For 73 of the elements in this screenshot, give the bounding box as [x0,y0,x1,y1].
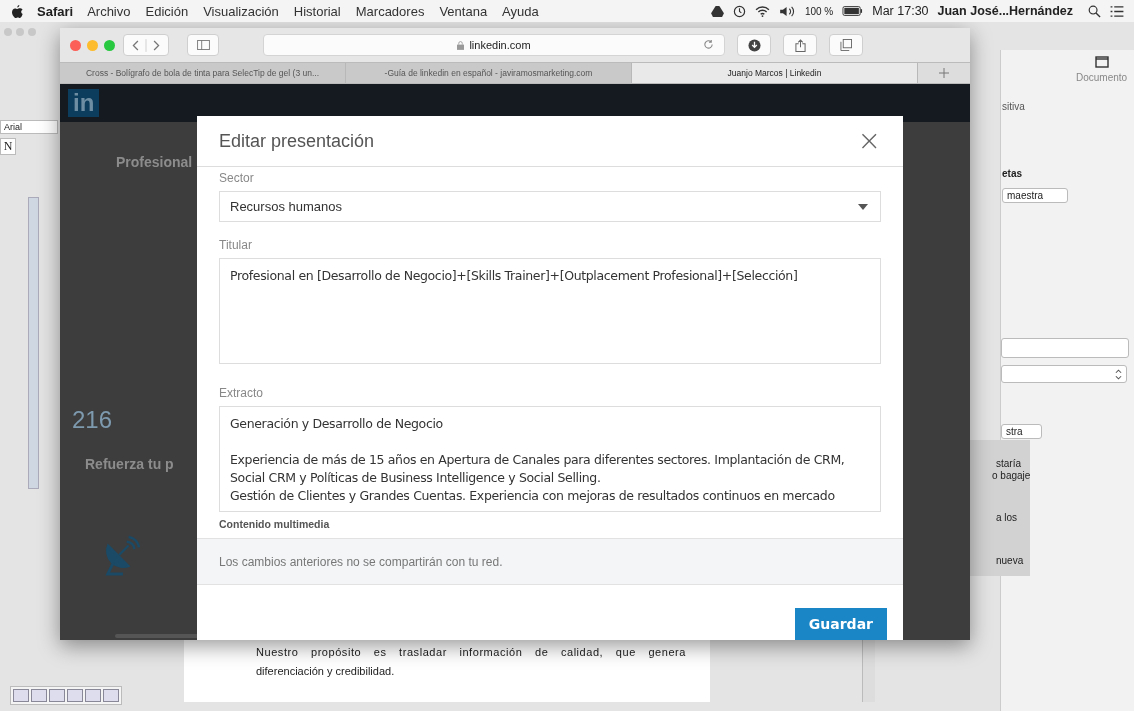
download-button[interactable] [737,34,771,56]
sidebar-button[interactable] [187,34,219,56]
window-controls-icon[interactable] [70,39,115,51]
battery-icon[interactable] [842,6,864,16]
save-button[interactable]: Guardar [794,608,887,640]
drive-icon[interactable] [710,5,724,17]
document-icon[interactable] [1095,56,1109,68]
reload-icon[interactable] [703,39,714,50]
view-icon[interactable] [13,689,29,702]
multimedia-link[interactable]: Contenido multimedia [219,518,881,530]
back-forward-button[interactable] [123,34,169,56]
font-field[interactable]: Arial [0,120,58,134]
menu-item[interactable]: Historial [293,3,341,19]
style-button[interactable]: N [0,138,16,155]
field-label: Extracto [219,386,264,400]
field-label: Sector [219,171,255,185]
close-button[interactable]: × [857,127,881,155]
popup-text: nueva [996,555,1024,566]
browser-tab[interactable]: Juanjo Marcos | Linkedin [632,63,918,83]
profile-count: 216 [72,406,113,434]
view-icon[interactable] [49,689,65,702]
menu-item[interactable]: Archivo [87,3,131,19]
clock-icon[interactable] [732,4,746,18]
summary-text-area[interactable]: Generación y Desarrollo de Negocio Experiencia de más de 15 años en Apertura de Canales para diferentes sectores. Implantación de CRM, Social CRM y Políticas de Business Intelligence y Social Selling. Gestión de Clientes y Grandes Cuentas. Experiencia con mejoras de resultados continuos en mercado [219,406,881,512]
share-button[interactable] [783,34,817,56]
view-icon[interactable] [31,689,47,702]
view-icon[interactable] [67,689,83,702]
menu-item[interactable]: Visualización [203,3,279,19]
info-text: Los cambios anteriores no se compartirán con tu red. [219,554,503,569]
dialog-title: Editar presentación [219,130,375,152]
stepper-field[interactable] [1001,365,1127,383]
browser-tab[interactable]: Cross - Bolígrafo de bola de tinta para SelecTip de gel (3 un... [60,63,346,83]
sidebar-icon [196,40,210,50]
stepper-icon [1115,368,1122,380]
headline-text-area[interactable]: Profesional en [Desarrollo de Negocio]+[Skills Trainer]+[Outplacement Profesional]+[Selección] [219,258,881,364]
menu-app-name[interactable]: Safari [37,3,74,19]
inspector-heading: etas [1002,168,1022,179]
volume-icon[interactable] [778,5,796,17]
wifi-icon[interactable] [754,5,770,17]
inspector-label: sitiva [1002,101,1025,112]
menu-item[interactable]: Edición [145,3,189,19]
sector-dropdown[interactable]: Recursos humanos [219,191,881,222]
menu-item[interactable]: Ayuda [502,3,539,19]
popup-text: staría [996,458,1021,469]
popup-text: o bagaje [992,470,1031,481]
tabs-icon [840,39,852,51]
menu-item[interactable]: Marcadores [355,3,425,19]
dropdown-caret-icon [858,203,868,210]
view-icon[interactable] [85,689,101,702]
download-icon [747,38,761,52]
battery-percent: 100 % [804,5,834,17]
user-name[interactable]: Juan José...Hernández [937,4,1073,18]
menu-item[interactable]: Ventana [439,3,488,19]
share-icon [794,38,806,52]
list-icon[interactable] [1110,5,1124,17]
plus-icon [939,68,949,78]
lock-icon [457,40,465,50]
address-field[interactable]: linkedin.com [263,34,725,56]
view-icon[interactable] [103,689,119,702]
inspector-button[interactable]: stra [1001,424,1042,439]
document-text: diferenciación y credibilidad. [256,665,396,677]
apple-icon[interactable] [12,4,23,18]
inspector-button[interactable]: maestra [1002,188,1069,203]
inspector-field[interactable] [1001,338,1129,358]
tabs-button[interactable] [829,34,863,56]
section-heading: Refuerza tu p [85,456,174,472]
browser-tab[interactable]: -Guía de linkedin en español - javiramosmarketing.com [346,63,632,83]
search-icon[interactable] [1088,4,1101,18]
profile-headline: Profesional [116,154,193,170]
document-text: Nuestro propósito es trasladar información de calidad, que genera [256,646,687,658]
menu-clock[interactable]: Mar 17:30 [872,4,929,18]
field-label: Titular [219,238,253,252]
popup-text: a los [996,512,1018,523]
